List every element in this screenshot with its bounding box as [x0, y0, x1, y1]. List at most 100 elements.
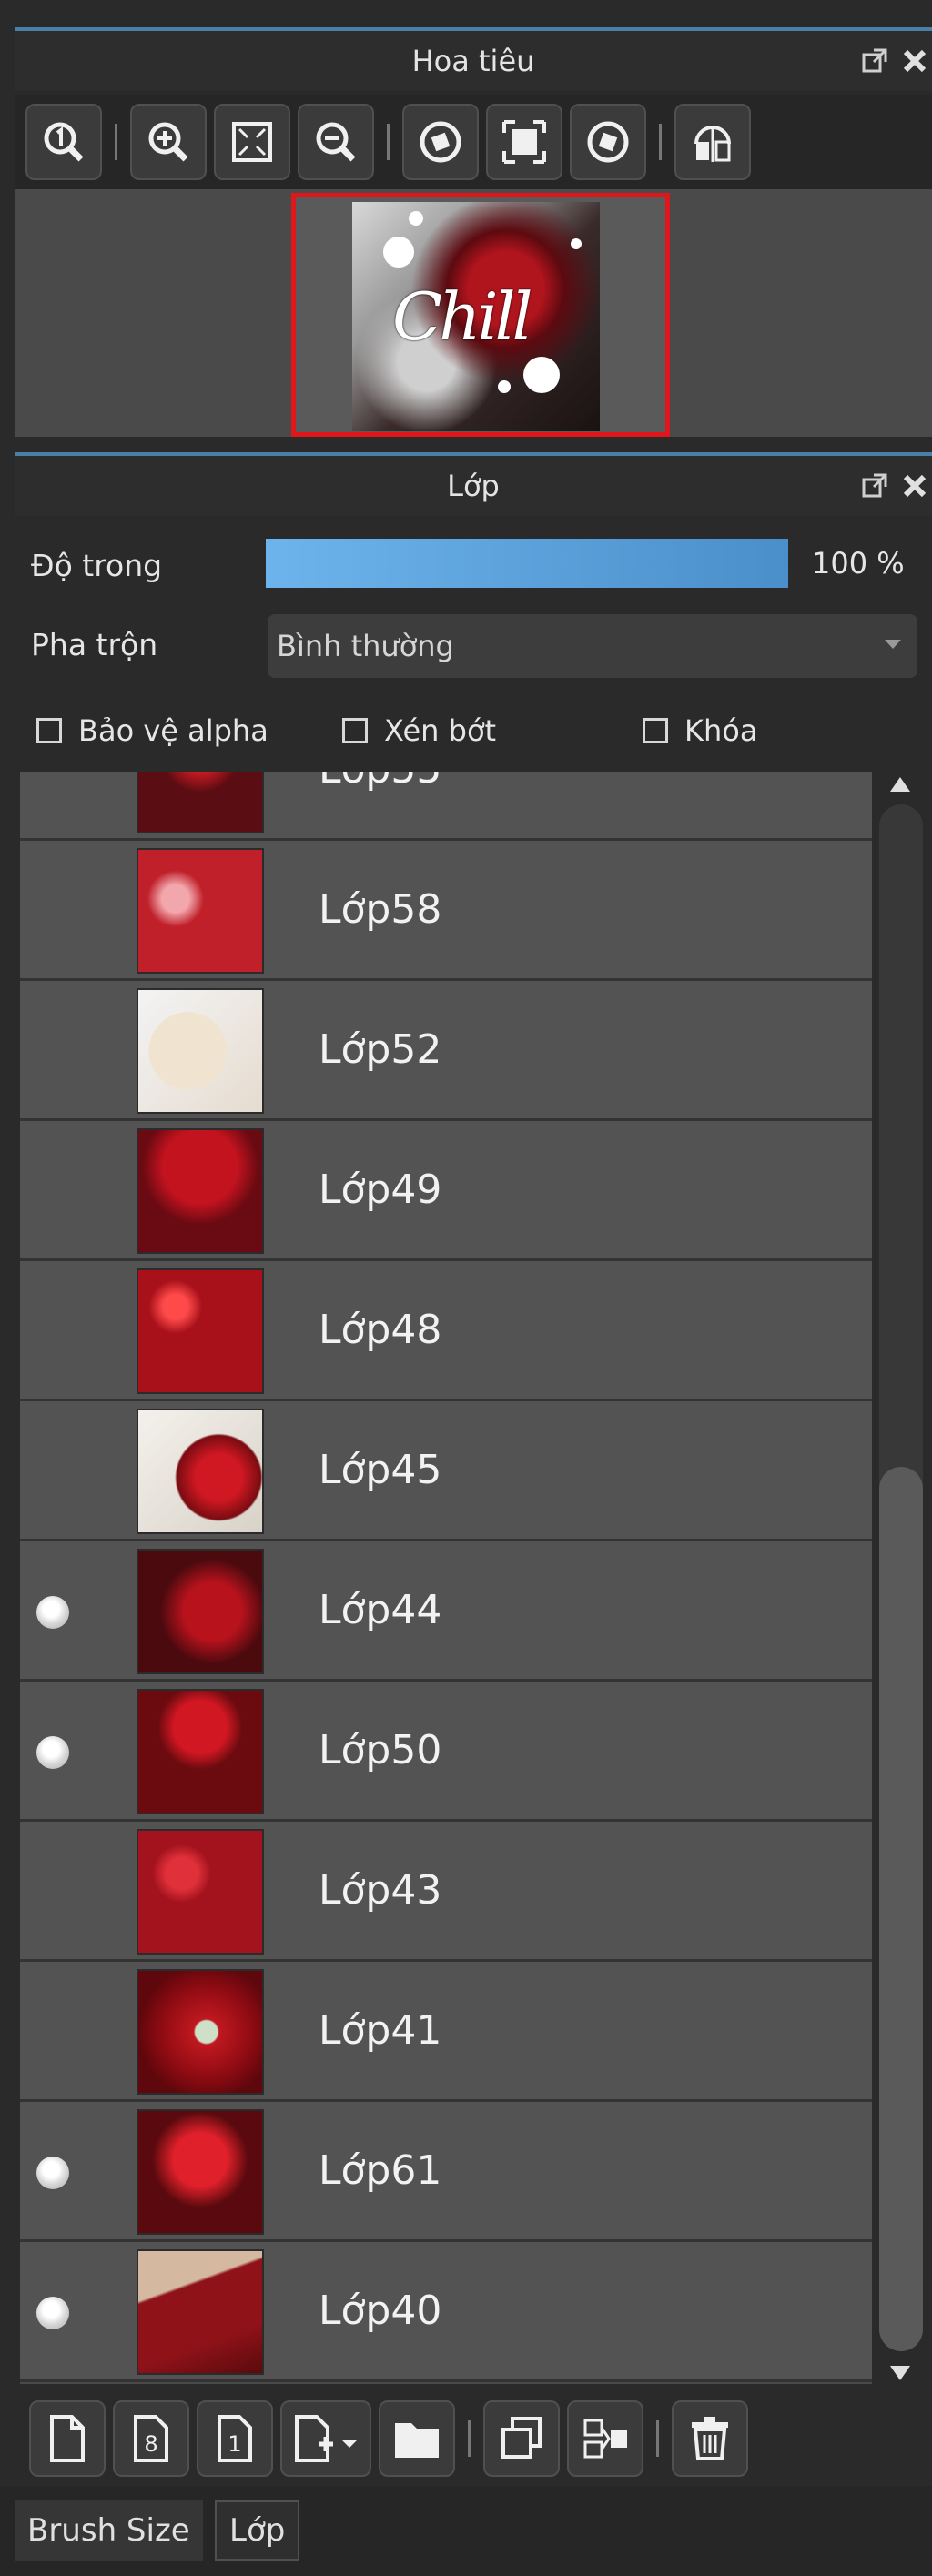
- tab-layer[interactable]: Lớp: [215, 2500, 300, 2561]
- close-icon[interactable]: [901, 47, 928, 75]
- new-8bit-layer-button[interactable]: 8: [113, 2400, 189, 2477]
- flip-horizontal-icon: [694, 126, 731, 162]
- layer-name: Lớp50: [319, 1727, 442, 1773]
- layer-row[interactable]: Lớp41: [20, 1962, 872, 2102]
- layer-row[interactable]: Lớp43: [20, 1822, 872, 1962]
- checkbox-icon: [36, 718, 62, 743]
- visibility-toggle[interactable]: [36, 895, 69, 928]
- visibility-toggle[interactable]: [36, 1876, 69, 1909]
- duplicate-layer-button[interactable]: [483, 2400, 560, 2477]
- layer-name: Lớp45: [319, 1447, 442, 1493]
- checkbox-icon: [643, 718, 668, 743]
- layer-thumbnail: [137, 2109, 264, 2235]
- layer-list[interactable]: Lớp55 Lớp58 Lớp52 Lớp49 Lớp48 Lớp45 Lớp44 Lớp50…: [20, 772, 872, 2384]
- layer-toolbar: 8 1: [15, 2393, 932, 2484]
- visibility-toggle[interactable]: [36, 772, 69, 788]
- layer-row[interactable]: Lớp50: [20, 1682, 872, 1822]
- zoom-actual-button[interactable]: [25, 104, 102, 180]
- navigator-view-frame[interactable]: Chill: [291, 193, 670, 437]
- fit-screen-button[interactable]: [214, 104, 290, 180]
- visibility-eye-icon[interactable]: [36, 2157, 69, 2189]
- rotate-right-button[interactable]: [570, 104, 646, 180]
- navigator-preview[interactable]: Chill: [15, 189, 932, 437]
- lock-label: Khóa: [684, 713, 758, 748]
- layer-thumbnail: [137, 848, 264, 974]
- add-layer-dropdown-button[interactable]: [280, 2400, 371, 2477]
- zoom-out-icon: [316, 122, 356, 162]
- merge-layer-button[interactable]: [567, 2400, 643, 2477]
- layer-name: Lớp44: [319, 1587, 442, 1633]
- layer-row[interactable]: Lớp44: [20, 1541, 872, 1682]
- opacity-value: 100 %: [812, 546, 905, 581]
- layer-row[interactable]: Lớp52: [20, 981, 872, 1121]
- layer-thumbnail: [137, 1689, 264, 1814]
- layer-name: Lớp43: [319, 1867, 442, 1914]
- delete-layer-button[interactable]: [672, 2400, 748, 2477]
- lock-checkbox[interactable]: Khóa: [643, 713, 757, 748]
- layer-name: Lớp41: [319, 2007, 442, 2054]
- scroll-down-icon[interactable]: [890, 2366, 910, 2380]
- visibility-eye-icon[interactable]: [36, 1736, 69, 1769]
- new-1bit-layer-button[interactable]: 1: [197, 2400, 273, 2477]
- close-icon[interactable]: [901, 472, 928, 500]
- layer-name: Lớp49: [319, 1167, 442, 1213]
- layer-thumbnail: [137, 1128, 264, 1254]
- visibility-eye-icon[interactable]: [36, 2297, 69, 2329]
- layer-name: Lớp48: [319, 1307, 442, 1353]
- popout-icon[interactable]: [861, 47, 888, 75]
- popout-icon[interactable]: [861, 472, 888, 500]
- visibility-toggle[interactable]: [36, 1176, 69, 1208]
- layer-row[interactable]: Lớp55: [20, 772, 872, 841]
- layer-thumbnail: [137, 1549, 264, 1674]
- folder-icon: [395, 2423, 439, 2458]
- zoom-in-button[interactable]: [130, 104, 207, 180]
- layer-row[interactable]: Lớp45: [20, 1401, 872, 1541]
- tab-layer-label: Lớp: [229, 2512, 286, 2549]
- new-folder-button[interactable]: [379, 2400, 455, 2477]
- visibility-toggle[interactable]: [36, 2016, 69, 2049]
- clipping-checkbox[interactable]: Xén bớt: [342, 713, 496, 748]
- scrollbar-thumb[interactable]: [879, 1467, 923, 2351]
- new-layer-button[interactable]: [29, 2400, 106, 2477]
- layer-row[interactable]: Lớp48: [20, 1261, 872, 1401]
- 1bit-layer-icon: 1: [218, 2415, 252, 2462]
- layer-row[interactable]: Lớp58: [20, 841, 872, 981]
- navigator-title: Hoa tiêu: [411, 44, 535, 78]
- fit-window-icon: [502, 120, 546, 164]
- navigator-thumb-text: Chill: [392, 278, 533, 355]
- layer-row[interactable]: Lớp61: [20, 2102, 872, 2242]
- blend-mode-select[interactable]: Bình thường: [268, 614, 917, 678]
- layer-thumbnail: [137, 1829, 264, 1955]
- visibility-toggle[interactable]: [36, 1035, 69, 1068]
- zoom-in-icon: [148, 122, 188, 162]
- layer-list-scrollbar[interactable]: [874, 764, 928, 2393]
- trash-icon: [692, 2417, 728, 2460]
- tab-brush-size[interactable]: Brush Size: [15, 2500, 203, 2561]
- layer-thumbnail: [137, 1409, 264, 1534]
- add-layer-icon: [295, 2415, 357, 2462]
- layer-row[interactable]: Lớp49: [20, 1121, 872, 1261]
- opacity-slider[interactable]: [264, 537, 790, 590]
- scroll-up-icon[interactable]: [890, 777, 910, 792]
- rotate-left-button[interactable]: [402, 104, 479, 180]
- layer-name: Lớp61: [319, 2147, 442, 2194]
- layer-name: Lớp40: [319, 2288, 442, 2334]
- visibility-toggle[interactable]: [36, 1316, 69, 1349]
- zoom-actual-icon: [44, 122, 84, 162]
- fit-window-button[interactable]: [486, 104, 562, 180]
- flip-horizontal-button[interactable]: [674, 104, 751, 180]
- opacity-label: Độ trong: [31, 548, 163, 583]
- layer-panel-header: Lớp: [15, 452, 932, 516]
- bottom-tab-bar: Brush Size Lớp: [0, 2486, 932, 2576]
- visibility-eye-icon[interactable]: [36, 1596, 69, 1629]
- svg-text:8: 8: [144, 2431, 157, 2457]
- svg-text:1: 1: [228, 2431, 241, 2457]
- layer-name: Lớp55: [319, 772, 441, 793]
- navigator-header: Hoa tiêu: [15, 27, 932, 91]
- protect-alpha-checkbox[interactable]: Bảo vệ alpha: [36, 713, 268, 748]
- rotate-right-icon: [587, 121, 629, 163]
- layer-row[interactable]: Lớp40: [20, 2242, 872, 2382]
- visibility-toggle[interactable]: [36, 1456, 69, 1489]
- merge-down-icon: [583, 2419, 627, 2459]
- zoom-out-button[interactable]: [298, 104, 374, 180]
